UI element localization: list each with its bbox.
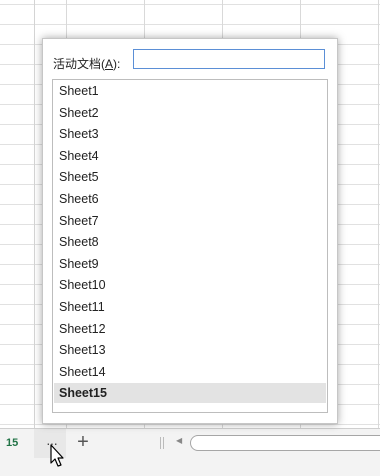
mouse-pointer-icon xyxy=(50,444,64,467)
sheet-list-item[interactable]: Sheet8 xyxy=(54,232,326,252)
sheet-list-item[interactable]: Sheet13 xyxy=(54,340,326,360)
active-document-label: 活动文档(A): xyxy=(53,55,120,72)
sheet-list-item[interactable]: Sheet10 xyxy=(54,275,326,295)
sheet-list-item[interactable]: Sheet4 xyxy=(54,146,326,166)
add-sheet-button[interactable]: + xyxy=(72,431,94,453)
horizontal-scrollbar[interactable] xyxy=(190,435,380,451)
scroll-left-arrow-icon[interactable]: ◀ xyxy=(176,436,182,445)
sheet-list-item[interactable]: Sheet2 xyxy=(54,103,326,123)
sheet-list-item[interactable]: Sheet11 xyxy=(54,297,326,317)
active-document-input[interactable] xyxy=(133,49,325,69)
sheet-list-item[interactable]: Sheet15 xyxy=(54,383,326,404)
sheet-list-item[interactable]: Sheet6 xyxy=(54,189,326,209)
row-number-label: 15 xyxy=(6,437,19,449)
sheet-list-item[interactable]: Sheet12 xyxy=(54,319,326,339)
label-prefix: 活动文档( xyxy=(53,57,105,71)
sheet-list-item[interactable]: Sheet7 xyxy=(54,211,326,231)
row-header-column xyxy=(0,0,35,428)
activate-sheet-dialog: 活动文档(A): Sheet1 Sheet2 Sheet3 Sheet4 Sheet5 S… xyxy=(42,38,338,424)
label-accelerator: A xyxy=(105,57,114,71)
sheet-list-item[interactable]: Sheet1 xyxy=(54,81,326,101)
tab-splitter[interactable] xyxy=(160,437,161,449)
sheet-list-item[interactable]: Sheet9 xyxy=(54,254,326,274)
sheet-list[interactable]: Sheet1 Sheet2 Sheet3 Sheet4 Sheet5 Sheet6 Shee… xyxy=(52,79,328,413)
sheet-list-item[interactable]: Sheet5 xyxy=(54,167,326,187)
tab-splitter-line xyxy=(163,437,164,449)
label-suffix: ): xyxy=(113,57,121,71)
sheet-list-item[interactable]: Sheet3 xyxy=(54,124,326,144)
sheet-list-item[interactable]: Sheet14 xyxy=(54,362,326,382)
